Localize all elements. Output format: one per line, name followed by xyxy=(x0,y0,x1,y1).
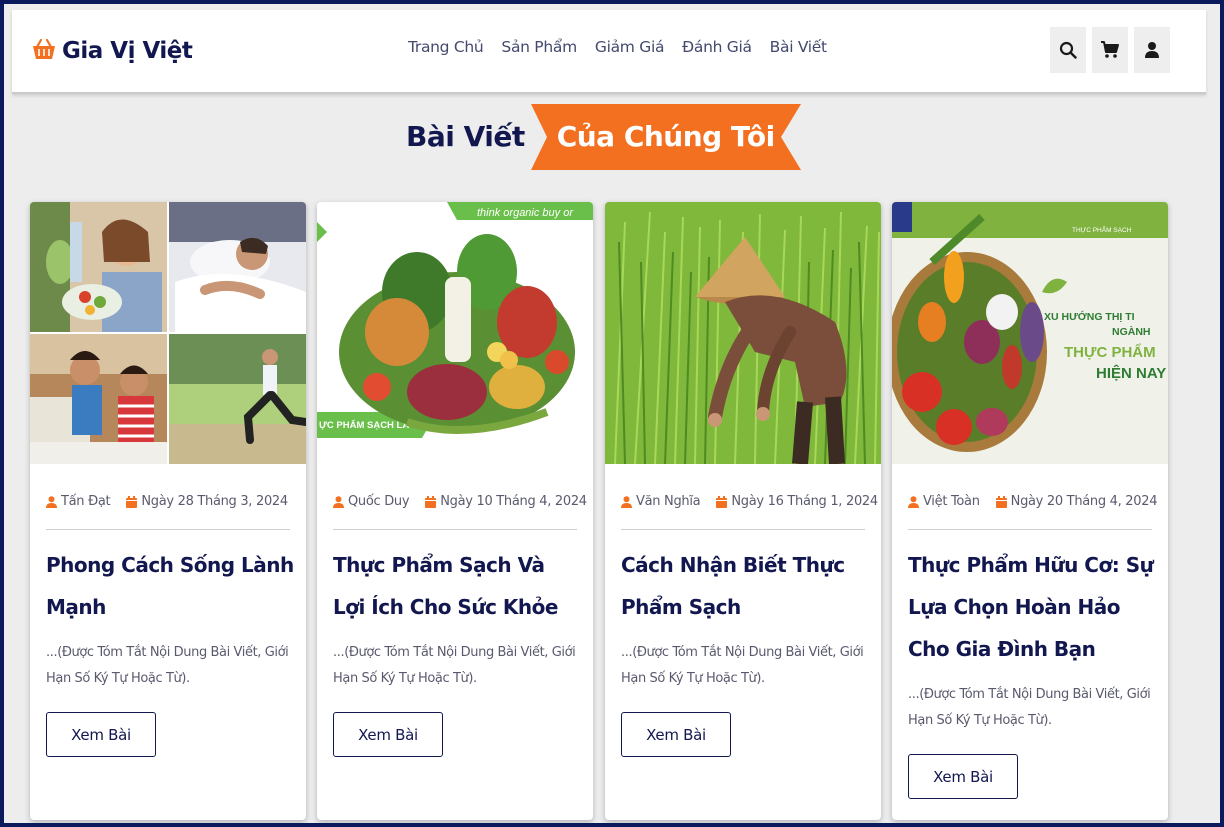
post-author-name: Văn Nghĩa xyxy=(636,494,701,509)
user-icon xyxy=(1145,42,1159,58)
post-image[interactable]: think organic buy or ỰC PHẨM SẠCH LÀ GÌ? xyxy=(317,202,593,464)
post-author-name: Tấn Đạt xyxy=(61,494,111,509)
image-headline-line1: XU HƯỚNG THỊ TI xyxy=(1044,310,1135,323)
brand-name: Gia Vị Việt xyxy=(62,38,193,64)
divider xyxy=(621,529,865,530)
post-title[interactable]: Cách Nhận Biết Thực Phẩm Sạch xyxy=(621,544,869,628)
cart-button[interactable] xyxy=(1092,27,1128,73)
post-excerpt: ...(Được Tóm Tắt Nội Dung Bài Viết, Giới… xyxy=(46,645,289,686)
post-date: Ngày 20 Tháng 4, 2024 xyxy=(995,494,1158,509)
read-post-button[interactable]: Xem Bài xyxy=(621,712,731,757)
calendar-icon xyxy=(126,495,138,508)
post-excerpt: ...(Được Tóm Tắt Nội Dung Bài Viết, Giới… xyxy=(621,645,864,686)
cart-icon xyxy=(1101,41,1119,58)
post-card: think organic buy or ỰC PHẨM SẠCH LÀ GÌ? xyxy=(317,202,593,820)
post-author-name: Việt Toàn xyxy=(923,494,980,509)
section-heading: Bài Viết Của Chúng Tôi xyxy=(406,104,801,170)
post-author: Quốc Duy xyxy=(333,494,410,509)
user-icon xyxy=(908,495,919,508)
post-meta: Văn Nghĩa Ngày 16 Tháng 1, 2024 xyxy=(621,494,878,509)
post-title[interactable]: Thực Phẩm Sạch Và Lợi Ích Cho Sức Khỏe xyxy=(333,544,581,628)
section-title-highlight: Của Chúng Tôi xyxy=(556,119,776,153)
post-date: Ngày 28 Tháng 3, 2024 xyxy=(126,494,288,509)
post-excerpt: ...(Được Tóm Tắt Nội Dung Bài Viết, Giới… xyxy=(908,687,1151,728)
post-author: Văn Nghĩa xyxy=(621,494,701,509)
user-icon xyxy=(46,495,57,508)
post-author: Tấn Đạt xyxy=(46,494,111,509)
post-date-text: Ngày 16 Tháng 1, 2024 xyxy=(731,494,878,509)
account-button[interactable] xyxy=(1134,27,1170,73)
brand-logo[interactable]: Gia Vị Việt xyxy=(32,34,193,68)
section-title-plain: Bài Viết xyxy=(406,119,525,153)
nav-item-discounts[interactable]: Giảm Giá xyxy=(595,38,665,56)
nav-item-articles[interactable]: Bài Viết xyxy=(770,38,827,56)
post-card: Tấn Đạt Ngày 28 Tháng 3, 2024 Phong Cách… xyxy=(30,202,306,820)
post-title[interactable]: Thực Phẩm Hữu Cơ: Sự Lựa Chọn Hoàn Hảo C… xyxy=(908,544,1156,670)
calendar-icon xyxy=(425,495,437,508)
nav-item-products[interactable]: Sản Phẩm xyxy=(501,38,577,56)
post-meta: Việt Toàn Ngày 20 Tháng 4, 2024 xyxy=(908,494,1157,509)
nav-item-home[interactable]: Trang Chủ xyxy=(408,38,484,56)
divider xyxy=(333,529,577,530)
search-button[interactable] xyxy=(1050,27,1086,73)
post-card: THỰC PHẨM SẠCH XU HƯỚNG THỊ TI NGÀNH THỰ… xyxy=(892,202,1168,820)
page-frame: Gia Vị Việt Trang Chủ Sản Phẩm Giảm Giá … xyxy=(0,0,1224,827)
calendar-icon xyxy=(716,495,728,508)
nav-item-reviews[interactable]: Đánh Giá xyxy=(682,38,752,56)
main-nav: Trang Chủ Sản Phẩm Giảm Giá Đánh Giá Bài… xyxy=(408,38,827,56)
post-author: Việt Toàn xyxy=(908,494,980,509)
read-post-button[interactable]: Xem Bài xyxy=(333,712,443,757)
post-date-text: Ngày 10 Tháng 4, 2024 xyxy=(440,494,587,509)
image-headline-line3: THỰC PHẨM xyxy=(1064,343,1156,361)
read-post-button[interactable]: Xem Bài xyxy=(46,712,156,757)
post-image[interactable] xyxy=(30,202,306,464)
post-date-text: Ngày 28 Tháng 3, 2024 xyxy=(141,494,288,509)
post-meta: Quốc Duy Ngày 10 Tháng 4, 2024 xyxy=(333,494,587,509)
divider xyxy=(908,529,1152,530)
user-icon xyxy=(621,495,632,508)
post-date: Ngày 16 Tháng 1, 2024 xyxy=(716,494,878,509)
post-date-text: Ngày 20 Tháng 4, 2024 xyxy=(1010,494,1158,509)
post-excerpt: ...(Được Tóm Tắt Nội Dung Bài Viết, Giới… xyxy=(333,645,576,686)
post-card: Văn Nghĩa Ngày 16 Tháng 1, 2024 Cách Nhậ… xyxy=(605,202,881,820)
read-post-button[interactable]: Xem Bài xyxy=(908,754,1018,799)
section-title-badge: Của Chúng Tôi xyxy=(530,104,801,170)
post-image[interactable]: THỰC PHẨM SẠCH XU HƯỚNG THỊ TI NGÀNH THỰ… xyxy=(892,202,1168,464)
image-headline-line4: HIỆN NAY xyxy=(1096,364,1166,382)
user-icon xyxy=(333,495,344,508)
post-author-name: Quốc Duy xyxy=(348,494,410,509)
post-date: Ngày 10 Tháng 4, 2024 xyxy=(425,494,587,509)
image-headline-line2: NGÀNH xyxy=(1112,325,1151,338)
search-icon xyxy=(1059,41,1077,59)
image-tag-text: THỰC PHẨM SẠCH xyxy=(1072,225,1132,234)
post-title[interactable]: Phong Cách Sống Lành Mạnh xyxy=(46,544,294,628)
post-meta: Tấn Đạt Ngày 28 Tháng 3, 2024 xyxy=(46,494,290,509)
divider xyxy=(46,529,290,530)
basket-icon xyxy=(32,38,56,65)
image-banner-text: think organic buy or xyxy=(477,207,574,219)
calendar-icon xyxy=(995,495,1007,508)
site-header: Gia Vị Việt Trang Chủ Sản Phẩm Giảm Giá … xyxy=(12,10,1206,94)
post-image[interactable] xyxy=(605,202,881,464)
header-actions xyxy=(1050,27,1170,73)
